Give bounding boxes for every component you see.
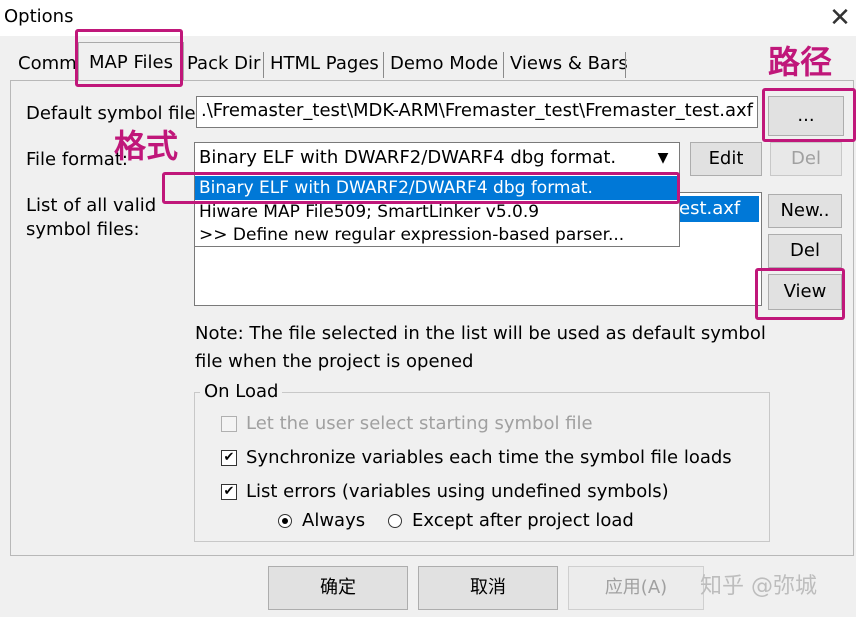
list-item[interactable]: est.axf — [675, 196, 759, 222]
file-format-label: File format: — [26, 149, 128, 170]
symbol-files-label: List of all valid symbol files: — [26, 195, 157, 240]
delete-format-button[interactable]: Del — [770, 142, 842, 176]
checkbox-label: Synchronize variables each time the symb… — [246, 447, 732, 468]
tab-separator — [263, 52, 264, 78]
checkbox-label: List errors (variables using undefined s… — [246, 481, 669, 502]
tab-demo-mode[interactable]: Demo Mode — [390, 50, 498, 78]
tab-pack-dir[interactable]: Pack Dir — [187, 50, 260, 78]
checkbox-select-starting-file[interactable] — [221, 416, 237, 432]
watermark-text: 知乎 @弥城 — [700, 574, 817, 599]
tab-separator — [625, 52, 626, 78]
radio-dot — [282, 518, 288, 524]
note-text: Note: The file selected in the list will… — [195, 323, 766, 372]
radio-label: Except after project load — [412, 510, 634, 531]
tab-html-pages[interactable]: HTML Pages — [270, 50, 379, 78]
on-load-title: On Load — [200, 380, 283, 404]
tab-separator — [383, 52, 384, 78]
highlight-format-option — [162, 172, 680, 204]
edit-format-button[interactable]: Edit — [690, 142, 762, 176]
checkbox-synchronize-variables[interactable]: ✔ — [221, 450, 237, 466]
radio-except-after-load[interactable] — [388, 514, 402, 528]
tab-separator — [503, 52, 504, 78]
checkbox-list-errors[interactable]: ✔ — [221, 484, 237, 500]
annotation-format: 格式 — [114, 127, 179, 165]
tab-views-bars[interactable]: Views & Bars — [510, 50, 628, 78]
cancel-button[interactable]: 取消 — [418, 566, 558, 610]
close-icon[interactable]: ✕ — [826, 4, 854, 32]
file-format-value: Binary ELF with DWARF2/DWARF4 dbg format… — [199, 147, 617, 168]
tab-comm[interactable]: Comm — [18, 50, 77, 78]
highlight-view-button — [755, 268, 845, 320]
radio-label: Always — [302, 510, 366, 531]
radio-always[interactable] — [278, 514, 292, 528]
delete-symbol-button[interactable]: Del — [768, 234, 842, 268]
default-symbol-input[interactable]: .\Fremaster_test\MDK-ARM\Fremaster_test\… — [196, 96, 758, 128]
window-title: Options — [4, 6, 74, 27]
dropdown-option-define-parser[interactable]: >> Define new regular expression-based p… — [195, 223, 679, 247]
ok-button[interactable]: 确定 — [268, 566, 408, 610]
apply-button[interactable]: 应用(A) — [568, 566, 704, 610]
new-symbol-button[interactable]: New.. — [768, 194, 842, 228]
default-symbol-label: Default symbol file: — [26, 103, 202, 124]
file-format-select[interactable]: Binary ELF with DWARF2/DWARF4 dbg format… — [194, 142, 680, 174]
highlight-tab-map-files — [75, 29, 183, 87]
checkbox-label: Let the user select starting symbol file — [246, 413, 593, 434]
chevron-down-icon[interactable]: ▼ — [649, 145, 677, 171]
annotation-path: 路径 — [768, 43, 833, 81]
highlight-browse-button — [762, 88, 856, 142]
